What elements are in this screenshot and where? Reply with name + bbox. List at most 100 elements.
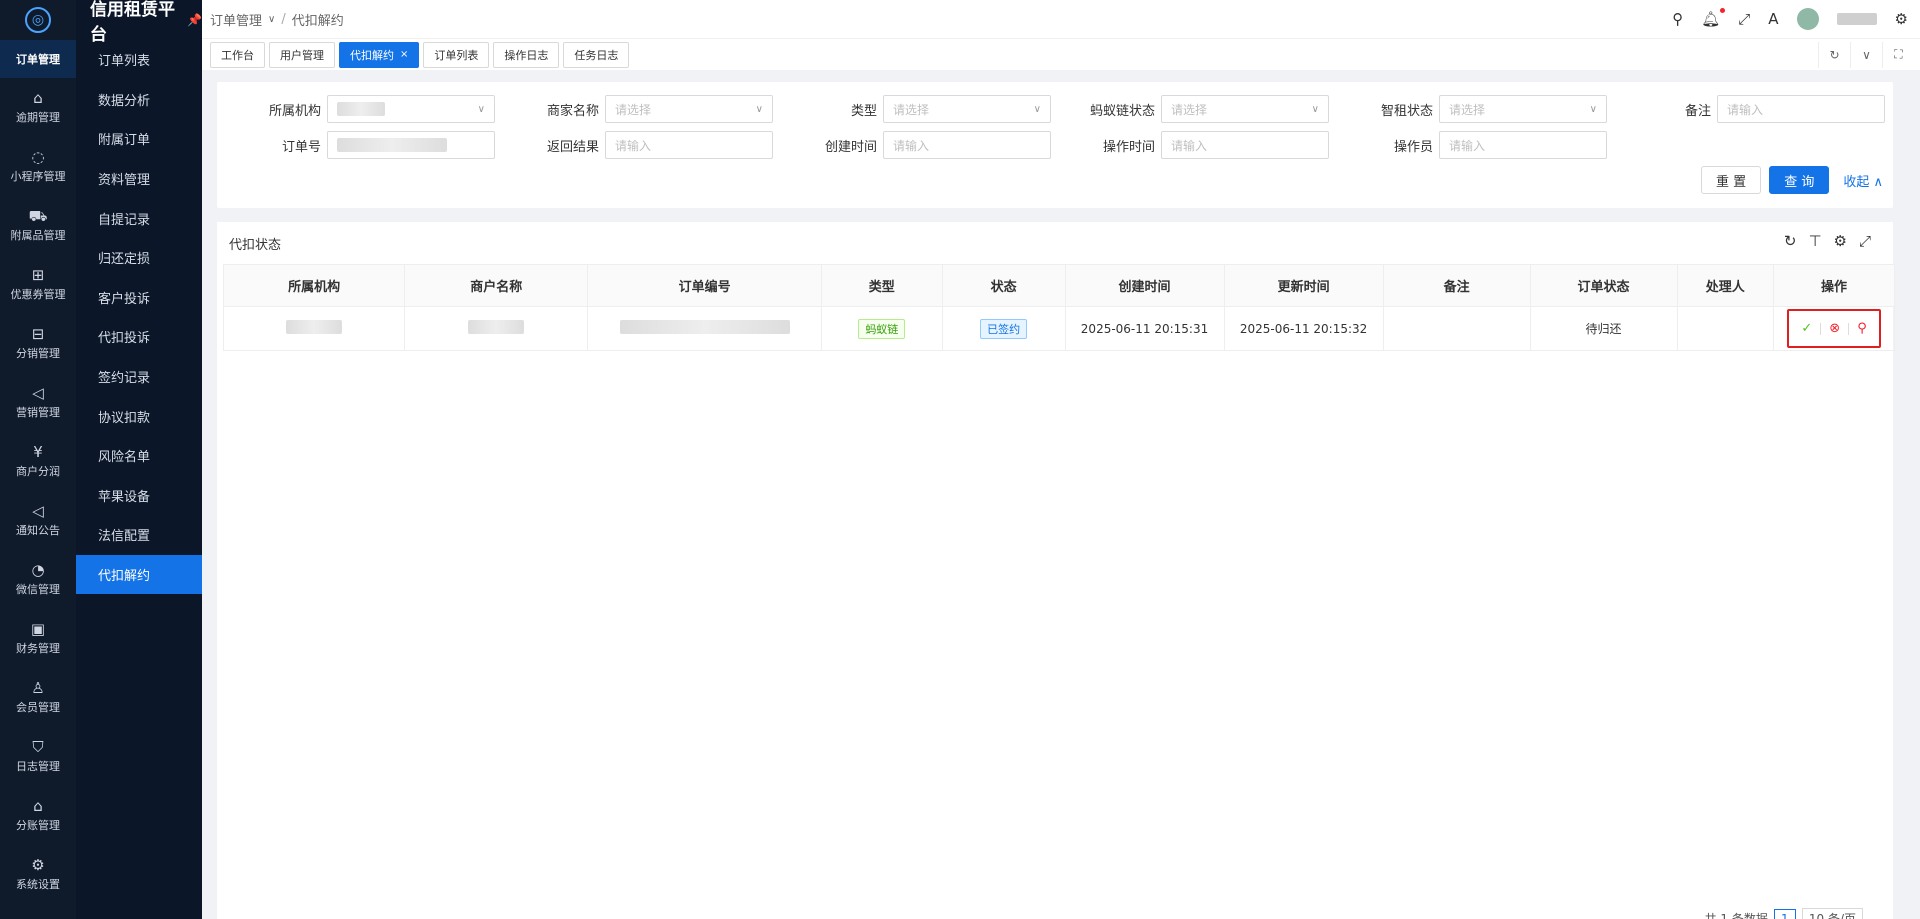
reset-button[interactable]: 重 置 bbox=[1701, 166, 1762, 194]
submenu-item-sub-orders[interactable]: 附属订单 bbox=[76, 119, 202, 159]
rail-item-orders[interactable]: 订单管理 bbox=[0, 40, 76, 78]
pagination: 共 1 条数据 1 10 条/页 bbox=[1705, 908, 1863, 919]
submenu-item-data-analysis[interactable]: 数据分析 bbox=[76, 80, 202, 120]
avatar[interactable] bbox=[1796, 8, 1819, 30]
pin-icon[interactable]: 📌 bbox=[187, 13, 202, 27]
submenu-item-complaints[interactable]: 客户投诉 bbox=[76, 278, 202, 318]
column-height-icon[interactable]: ⊤ bbox=[1808, 232, 1821, 250]
page-1[interactable]: 1 bbox=[1773, 908, 1796, 919]
operator-input[interactable]: 请输入 bbox=[1439, 131, 1607, 159]
submenu-item-faxin-config[interactable]: 法信配置 bbox=[76, 515, 202, 555]
maximize-icon[interactable]: ⛶ bbox=[1882, 41, 1914, 68]
col-updated[interactable]: 更新时间 bbox=[1223, 264, 1384, 307]
username-blurred[interactable] bbox=[1836, 13, 1877, 25]
col-status[interactable]: 状态 bbox=[941, 264, 1066, 307]
col-created[interactable]: 创建时间 bbox=[1064, 264, 1225, 307]
close-circle-icon[interactable]: ⊗ bbox=[1829, 321, 1840, 336]
submenu-item-materials[interactable]: 资料管理 bbox=[76, 159, 202, 199]
submenu-item-apple-devices[interactable]: 苹果设备 bbox=[76, 476, 202, 516]
rent-status-select[interactable]: 请选择 ∨ bbox=[1439, 95, 1607, 123]
yen-icon: ¥ bbox=[33, 443, 43, 461]
chevron-down-icon: ∨ bbox=[268, 13, 276, 25]
query-button[interactable]: 查 询 bbox=[1769, 166, 1830, 194]
app-title: 信用租赁平台 📌 bbox=[90, 0, 202, 45]
created-input[interactable]: 请输入 bbox=[883, 131, 1051, 159]
submenu-item-order-list[interactable]: 订单列表 bbox=[76, 40, 202, 80]
tab-order-list[interactable]: 订单列表 bbox=[423, 41, 490, 68]
tab-user-mgmt[interactable]: 用户管理 bbox=[269, 41, 335, 68]
submenu-item-risk-list[interactable]: 风险名单 bbox=[76, 436, 202, 476]
rail-item-distribution[interactable]: ⊟ 分销管理 bbox=[0, 314, 76, 373]
remark-input[interactable]: 请输入 bbox=[1717, 95, 1885, 123]
col-order-no[interactable]: 订单编号 bbox=[587, 264, 822, 307]
chevron-down-icon[interactable]: ∨ bbox=[1850, 41, 1882, 68]
col-merchant[interactable]: 商户名称 bbox=[404, 264, 589, 307]
rail-item-finance[interactable]: ▣ 财务管理 bbox=[0, 609, 76, 668]
breadcrumb-order-mgmt[interactable]: 订单管理 bbox=[210, 10, 262, 29]
split-icon: ⌂ bbox=[33, 797, 43, 815]
filter-org: 所属机构 ∨ bbox=[217, 94, 495, 124]
refresh-icon[interactable]: ↻ bbox=[1818, 41, 1850, 68]
type-select[interactable]: 请选择 ∨ bbox=[883, 95, 1051, 123]
rail-item-notices[interactable]: ◁ 通知公告 bbox=[0, 491, 76, 550]
tab-deduct-unsign[interactable]: 代扣解约 × bbox=[339, 41, 420, 68]
breadcrumb: 订单管理 ∨ / 代扣解约 bbox=[202, 10, 344, 29]
col-org[interactable]: 所属机构 bbox=[222, 264, 406, 307]
rail-item-members[interactable]: ♙ 会员管理 bbox=[0, 668, 76, 727]
rail-item-settings[interactable]: ⚙ 系统设置 bbox=[0, 845, 76, 904]
cell-order-status: 待归还 bbox=[1529, 306, 1678, 351]
gear-icon[interactable]: ⚙ bbox=[1834, 232, 1847, 250]
rail-item-profit-share[interactable]: ¥ 商户分润 bbox=[0, 432, 76, 491]
search-icon[interactable]: ⚲ bbox=[1672, 10, 1683, 28]
tab-workbench[interactable]: 工作台 bbox=[210, 41, 265, 68]
org-select[interactable]: ∨ bbox=[327, 95, 495, 123]
table-title: 代扣状态 bbox=[229, 238, 282, 253]
status-badge: 已签约 bbox=[980, 318, 1028, 339]
rail-item-wechat[interactable]: ◔ 微信管理 bbox=[0, 550, 76, 609]
filter-remark: 备注 请输入 bbox=[1607, 94, 1885, 124]
cell-status: 已签约 bbox=[941, 306, 1066, 351]
ant-chain-select[interactable]: 请选择 ∨ bbox=[1161, 95, 1329, 123]
header-tools: ⚲ 🔔︎ ⤢ A ⚙ bbox=[1672, 8, 1920, 30]
submenu-item-pickup[interactable]: 自提记录 bbox=[76, 198, 202, 238]
rail-item-miniapp[interactable]: ◌ 小程序管理 bbox=[0, 137, 76, 196]
search-icon[interactable]: ⚲ bbox=[1857, 321, 1867, 336]
submenu-item-deduct-complaints[interactable]: 代扣投诉 bbox=[76, 317, 202, 357]
op-time-input[interactable]: 请输入 bbox=[1161, 131, 1329, 159]
table-panel: 代扣状态 ↻ ⊤ ⚙ ⤢ 所属机构 商户名称 订单编号 类型 状态 创建时间 更… bbox=[217, 222, 1895, 919]
rail-item-marketing[interactable]: ◁ 营销管理 bbox=[0, 373, 76, 432]
breadcrumb-separator: / bbox=[281, 11, 286, 27]
collapse-link[interactable]: 收起 ∧ bbox=[1843, 171, 1883, 190]
rail-item-accessories[interactable]: ⛟ 附属品管理 bbox=[0, 196, 76, 255]
rail-item-split[interactable]: ⌂ 分账管理 bbox=[0, 786, 76, 845]
submenu-item-return-damage[interactable]: 归还定损 bbox=[76, 238, 202, 278]
col-type[interactable]: 类型 bbox=[820, 264, 943, 307]
refresh-icon[interactable]: ↻ bbox=[1784, 232, 1797, 250]
fullscreen-icon[interactable]: ⤢ bbox=[1738, 10, 1750, 28]
bell-icon[interactable]: 🔔︎ bbox=[1701, 8, 1726, 28]
submenu-item-deduct-unsign[interactable]: 代扣解约 bbox=[76, 554, 202, 595]
submenu-item-sign-records[interactable]: 签约记录 bbox=[76, 357, 202, 397]
logo-icon: ◎ bbox=[25, 7, 51, 33]
gear-icon[interactable]: ⚙ bbox=[1895, 10, 1908, 28]
translate-icon[interactable]: A bbox=[1768, 10, 1778, 28]
order-no-input[interactable] bbox=[327, 131, 495, 159]
rail-item-overdue[interactable]: ⌂ 逾期管理 bbox=[0, 78, 76, 137]
rail-item-coupons[interactable]: ⊞ 优惠券管理 bbox=[0, 255, 76, 314]
app-logo[interactable]: ◎ bbox=[0, 0, 76, 40]
merchant-select[interactable]: 请选择 ∨ bbox=[605, 95, 773, 123]
result-input[interactable]: 请输入 bbox=[605, 131, 773, 159]
submenu-item-agreement-deduct[interactable]: 协议扣款 bbox=[76, 396, 202, 436]
col-order-status[interactable]: 订单状态 bbox=[1529, 264, 1678, 307]
page-size-select[interactable]: 10 条/页 bbox=[1801, 908, 1863, 919]
fullscreen-icon[interactable]: ⤢ bbox=[1859, 232, 1871, 250]
col-handler[interactable]: 处理人 bbox=[1676, 264, 1775, 307]
tab-op-log[interactable]: 操作日志 bbox=[493, 41, 560, 68]
tab-task-log[interactable]: 任务日志 bbox=[563, 41, 630, 68]
rail-item-logs[interactable]: ⛉ 日志管理 bbox=[0, 727, 76, 786]
col-remark[interactable]: 备注 bbox=[1382, 264, 1531, 307]
close-icon[interactable]: × bbox=[400, 49, 408, 60]
gift-icon: ⊞ bbox=[31, 266, 45, 284]
order-no-value-blurred bbox=[337, 138, 447, 152]
check-circle-icon[interactable]: ✓ bbox=[1801, 321, 1812, 336]
